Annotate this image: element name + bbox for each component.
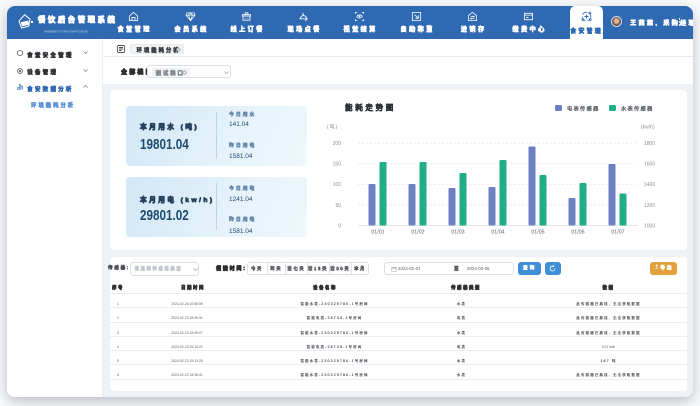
svg-text:01/07: 01/07 (611, 230, 624, 236)
svg-text:01/05: 01/05 (531, 230, 544, 236)
svg-text:01/06: 01/06 (571, 230, 584, 236)
svg-text:200: 200 (333, 141, 342, 147)
svg-text:50: 50 (335, 203, 341, 209)
svg-text:0: 0 (338, 223, 341, 229)
svg-text:电表传感器: 电表传感器 (567, 105, 600, 113)
svg-text:(吨): (吨) (327, 124, 338, 131)
svg-text:01/01: 01/01 (371, 230, 384, 236)
svg-text:1800: 1800 (644, 141, 655, 147)
svg-text:01/02: 01/02 (411, 230, 424, 236)
svg-text:1000: 1000 (644, 223, 655, 229)
svg-text:1600: 1600 (644, 162, 655, 168)
svg-text:能耗走势图: 能耗走势图 (345, 102, 396, 112)
svg-text:水表传感器: 水表传感器 (621, 105, 654, 113)
svg-text:(kw/h): (kw/h) (641, 125, 655, 131)
svg-text:1200: 1200 (644, 203, 655, 209)
svg-text:01/04: 01/04 (491, 230, 504, 236)
svg-text:01/03: 01/03 (451, 230, 464, 236)
svg-text:100: 100 (333, 182, 342, 188)
svg-text:150: 150 (333, 162, 342, 168)
svg-text:1400: 1400 (644, 182, 655, 188)
